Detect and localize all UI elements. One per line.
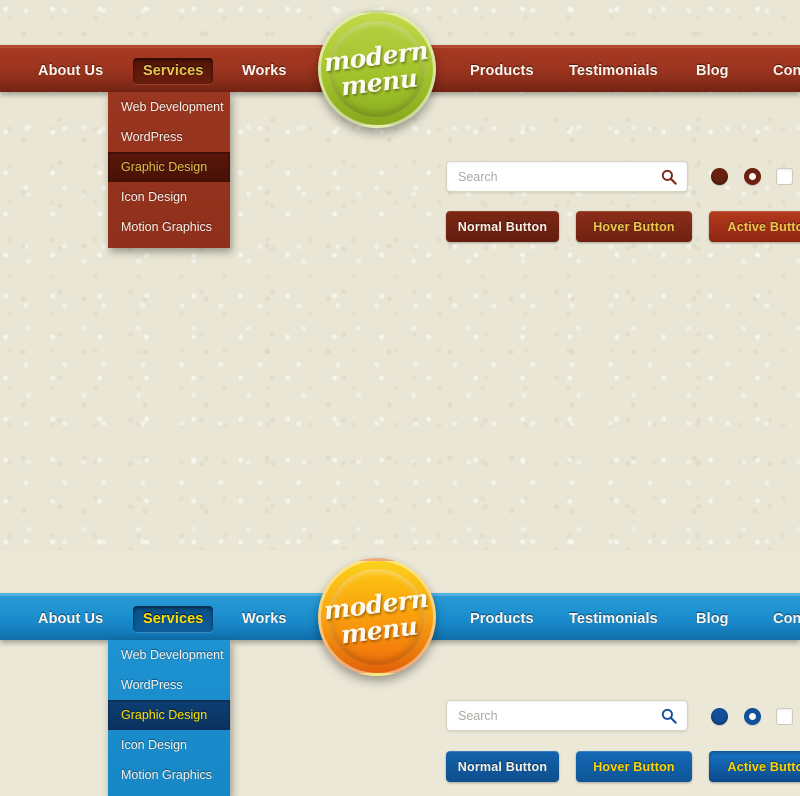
nav-item-blog[interactable]: Blog bbox=[686, 606, 739, 632]
nav-item-contact[interactable]: Conta bbox=[763, 606, 800, 632]
dropdown-item-icon-design[interactable]: Icon Design bbox=[108, 730, 230, 760]
nav-item-products[interactable]: Products bbox=[460, 58, 544, 84]
normal-button-blue[interactable]: Normal Button bbox=[446, 751, 559, 782]
modern-menu-badge-orange[interactable]: modern menu bbox=[318, 558, 436, 676]
dropdown-item-wordpress[interactable]: WordPress bbox=[108, 122, 230, 152]
dropdown-item-icon-design[interactable]: Icon Design bbox=[108, 182, 230, 212]
normal-button-red[interactable]: Normal Button bbox=[446, 211, 559, 242]
radio-unselected-blue[interactable] bbox=[744, 708, 761, 725]
radio-selected-blue[interactable] bbox=[711, 708, 728, 725]
nav-item-testimonials[interactable]: Testimonials bbox=[559, 58, 668, 84]
hover-button-blue[interactable]: Hover Button bbox=[576, 751, 692, 782]
nav-item-about-us[interactable]: About Us bbox=[28, 606, 113, 632]
nav-item-testimonials[interactable]: Testimonials bbox=[559, 606, 668, 632]
menu-variant-red: About Us Services Works Products Testimo… bbox=[0, 0, 800, 274]
dropdown-item-graphic-design[interactable]: Graphic Design bbox=[108, 700, 230, 730]
nav-item-services[interactable]: Services bbox=[133, 605, 214, 632]
hover-button-red[interactable]: Hover Button bbox=[576, 211, 692, 242]
nav-item-products[interactable]: Products bbox=[460, 606, 544, 632]
services-dropdown-red: Web Development WordPress Graphic Design… bbox=[108, 92, 230, 248]
active-button-red[interactable]: Active Butto bbox=[709, 211, 800, 242]
nav-item-works[interactable]: Works bbox=[232, 58, 297, 84]
modern-menu-badge-green[interactable]: modern menu bbox=[318, 10, 436, 128]
radio-selected-red[interactable] bbox=[711, 168, 728, 185]
search-icon[interactable] bbox=[660, 168, 678, 186]
active-button-blue[interactable]: Active Butto bbox=[709, 751, 800, 782]
checkbox-unchecked-red[interactable] bbox=[776, 168, 793, 185]
services-dropdown-blue: Web Development WordPress Graphic Design… bbox=[108, 640, 230, 796]
dropdown-item-graphic-design[interactable]: Graphic Design bbox=[108, 152, 230, 182]
radio-unselected-red[interactable] bbox=[744, 168, 761, 185]
nav-item-contact[interactable]: Conta bbox=[763, 58, 800, 84]
search-input[interactable] bbox=[447, 168, 660, 185]
dropdown-item-motion-graphics[interactable]: Motion Graphics bbox=[108, 212, 230, 242]
search-input[interactable] bbox=[447, 707, 660, 724]
nav-item-about-us[interactable]: About Us bbox=[28, 58, 113, 84]
nav-item-blog[interactable]: Blog bbox=[686, 58, 739, 84]
dropdown-item-motion-graphics[interactable]: Motion Graphics bbox=[108, 760, 230, 790]
menu-variant-blue: About Us Services Works Products Testimo… bbox=[0, 274, 800, 796]
search-box-red[interactable] bbox=[446, 161, 688, 192]
dropdown-item-web-development[interactable]: Web Development bbox=[108, 92, 230, 122]
checkbox-unchecked-blue[interactable] bbox=[776, 708, 793, 725]
nav-item-services[interactable]: Services bbox=[133, 57, 214, 84]
search-icon[interactable] bbox=[660, 707, 678, 725]
dropdown-item-web-development[interactable]: Web Development bbox=[108, 640, 230, 670]
search-box-blue[interactable] bbox=[446, 700, 688, 731]
badge-text: modern menu bbox=[322, 35, 432, 101]
nav-item-works[interactable]: Works bbox=[232, 606, 297, 632]
dropdown-item-wordpress[interactable]: WordPress bbox=[108, 670, 230, 700]
